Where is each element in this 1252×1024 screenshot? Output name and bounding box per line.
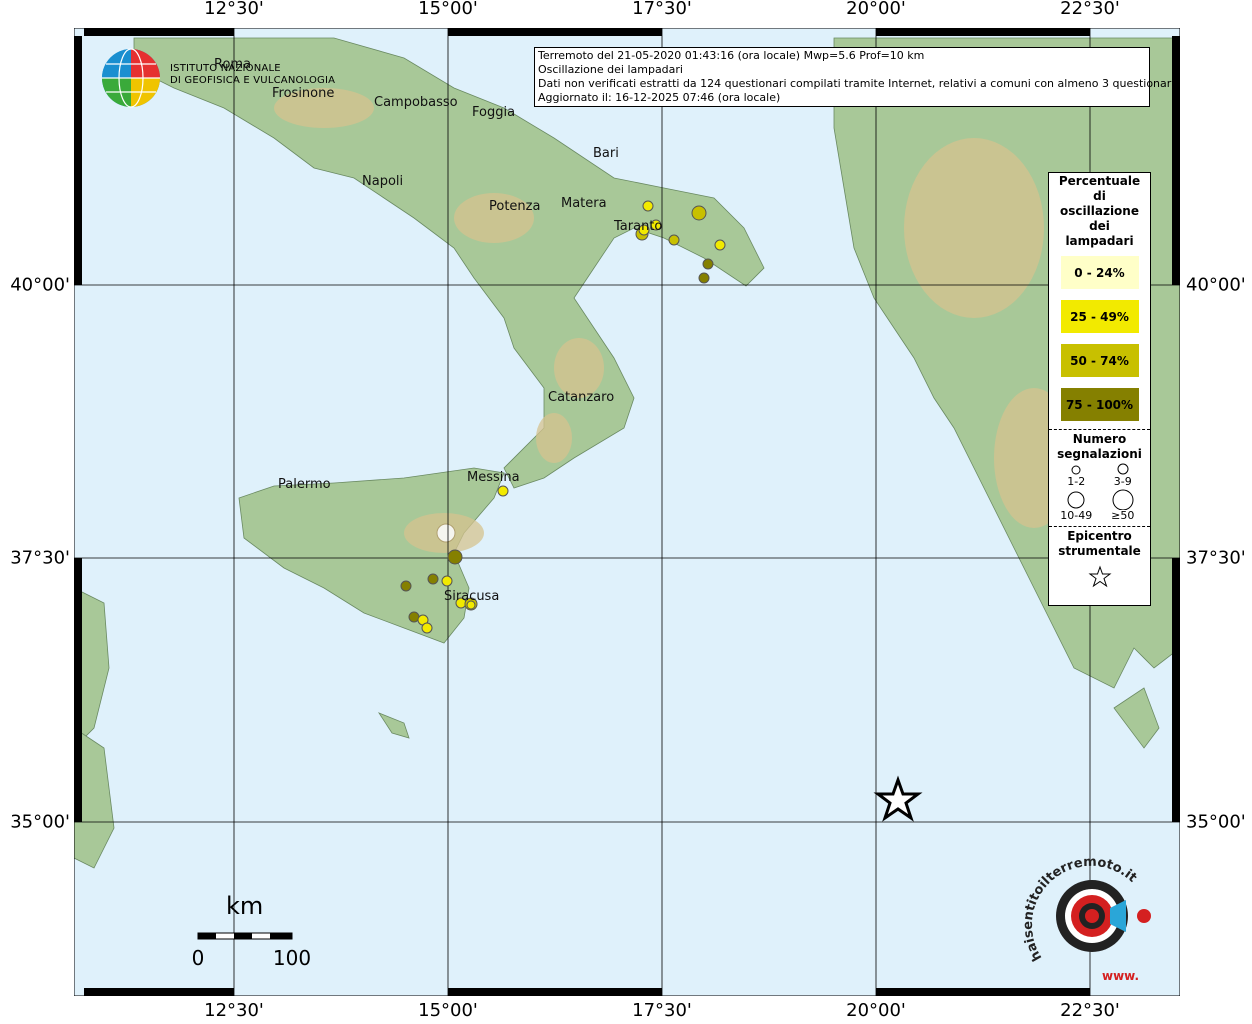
circle-medium-icon <box>1117 463 1129 475</box>
map-subject: Oscillazione dei lampadari <box>538 63 683 76</box>
scale-min: 0 <box>191 946 205 970</box>
point-75-100[interactable] <box>702 258 714 270</box>
legend-class-50-74: 50 - 74% <box>1059 343 1140 378</box>
point-75-100[interactable] <box>400 580 412 592</box>
lon-label-bottom-2: 15°00' <box>418 1000 478 1021</box>
legend-title: Percentuale di oscillazione dei lampadar… <box>1058 174 1141 248</box>
lon-label-top-3: 17°30' <box>632 0 692 19</box>
lon-label-top-4: 20°00' <box>846 0 906 19</box>
count-label: 1-2 <box>1067 475 1086 488</box>
ingv-name-line1: ISTITUTO NAZIONALE <box>170 63 281 74</box>
scale-bar <box>197 932 293 940</box>
city-label: Campobasso <box>374 95 458 110</box>
ingv-name: ISTITUTO NAZIONALE DI GEOFISICA E VULCAN… <box>170 63 335 87</box>
city-label: Frosinone <box>272 86 335 101</box>
circle-xlarge-icon <box>1112 489 1134 510</box>
point-75-100[interactable] <box>408 611 420 623</box>
count-label: ≥50 <box>1111 509 1135 522</box>
hst-url-text: haisentitoilterremoto.it <box>1021 855 1140 964</box>
city-label: Roma <box>214 57 252 72</box>
lat-label-left-2: 37°30' <box>10 547 70 569</box>
lon-label-bottom-5: 22°30' <box>1060 1000 1120 1021</box>
event-title: Terremoto del 21-05-2020 01:43:16 (ora l… <box>538 49 925 62</box>
updated-timestamp: Aggiornato il: 16-12-2025 07:46 (ora loc… <box>538 91 781 104</box>
legend-count-grid: 1-2 3-9 10-49 ≥50 <box>1049 462 1150 522</box>
city-label: Siracusa <box>444 589 500 604</box>
lon-label-bottom-1: 12°30' <box>204 1000 264 1021</box>
point-75-100[interactable] <box>447 549 463 565</box>
point-25-49[interactable] <box>497 485 509 497</box>
point-75-100[interactable] <box>698 272 710 284</box>
lat-label-right-1: 40°00' <box>1186 274 1246 296</box>
legend-class-75-100: 75 - 100% <box>1059 387 1140 422</box>
city-label: Palermo <box>278 477 331 492</box>
point-50-74[interactable] <box>691 205 707 221</box>
hst-www-text: www. <box>1102 969 1139 983</box>
city-label: Foggia <box>472 105 516 120</box>
city-label: Bari <box>593 146 619 161</box>
city-label: Potenza <box>489 199 541 214</box>
map-canvas[interactable] <box>74 28 1180 996</box>
scale-unit: km <box>226 892 264 920</box>
lon-label-bottom-3: 17°30' <box>632 1000 692 1021</box>
city-label: Napoli <box>362 174 404 189</box>
etna-summit <box>436 523 456 543</box>
legend-class-0-24: 0 - 24% <box>1059 255 1140 290</box>
lat-label-right-3: 35°00' <box>1186 811 1246 833</box>
legend-divider <box>1049 429 1150 430</box>
point-25-49[interactable] <box>714 239 726 251</box>
circle-large-icon <box>1067 491 1085 509</box>
lon-label-top-2: 15°00' <box>418 0 478 19</box>
lat-label-left-1: 40°00' <box>10 274 70 296</box>
point-50-74[interactable] <box>668 234 680 246</box>
lon-label-top-1: 12°30' <box>204 0 264 19</box>
city-label: Taranto <box>614 219 663 234</box>
point-25-49[interactable] <box>421 622 433 634</box>
svg-text:haisentitoilterremoto.it: haisentitoilterremoto.it <box>1021 855 1140 964</box>
count-label: 10-49 <box>1060 509 1093 522</box>
star-icon <box>1088 565 1111 588</box>
point-25-49[interactable] <box>441 575 453 587</box>
scale-max: 100 <box>272 946 312 970</box>
legend-class-25-49: 25 - 49% <box>1059 299 1140 334</box>
point-0-24[interactable] <box>642 200 654 212</box>
city-label: Messina <box>467 470 520 485</box>
lon-label-top-5: 22°30' <box>1060 0 1120 19</box>
lat-label-left-3: 35°00' <box>10 811 70 833</box>
event-info-box: Terremoto del 21-05-2020 01:43:16 (ora l… <box>534 47 1178 107</box>
hst-logo-text: haisentitoilterremoto.it www. <box>1021 855 1140 983</box>
city-label: Matera <box>561 196 607 211</box>
count-label: 3-9 <box>1113 475 1132 488</box>
data-note: Dati non verificati estratti da 124 ques… <box>538 77 1178 90</box>
lat-label-right-2: 37°30' <box>1186 547 1246 569</box>
lon-label-bottom-4: 20°00' <box>846 1000 906 1021</box>
city-label: Catanzaro <box>548 390 615 405</box>
point-75-100[interactable] <box>427 573 439 585</box>
legend: Percentuale di oscillazione dei lampadar… <box>1048 172 1151 606</box>
legend-count-title: Numero segnalazioni <box>1057 432 1142 461</box>
legend-divider <box>1049 526 1150 527</box>
legend-epicenter-title: Epicentro strumentale <box>1058 529 1141 558</box>
